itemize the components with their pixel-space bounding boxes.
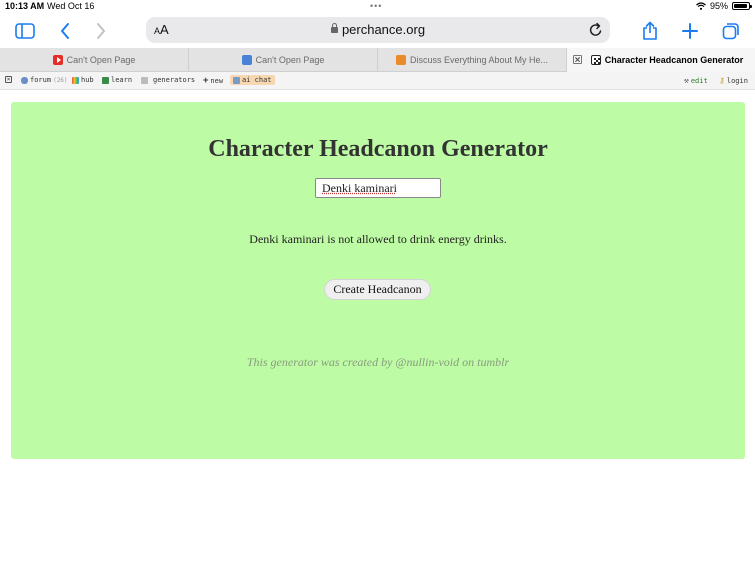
reload-icon[interactable]: [588, 22, 604, 38]
perchance-nav: × forum (26) hub learn generators + new …: [0, 72, 755, 90]
forum-count: (26): [53, 76, 68, 84]
status-date: Wed Oct 16: [47, 1, 95, 11]
site-icon: [395, 55, 406, 65]
tab-4-active[interactable]: × Character Headcanon Generator: [567, 48, 755, 72]
nav-learn[interactable]: learn: [102, 76, 132, 84]
nav-edit[interactable]: ⚒ edit: [684, 76, 708, 85]
plus-icon: +: [203, 76, 209, 86]
tools-icon: ⚒: [684, 76, 689, 85]
youtube-icon: [52, 55, 63, 65]
tab-2[interactable]: Can't Open Page: [189, 48, 378, 72]
tab-title: Can't Open Page: [66, 55, 136, 65]
nav-generators-label: generators: [153, 76, 196, 84]
nav-hub-label: hub: [81, 76, 94, 84]
credit-text: This generator was created by @nullin-vo…: [246, 355, 510, 369]
nav-learn-label: learn: [111, 76, 133, 84]
nav-edit-label: edit: [690, 76, 708, 85]
tab-title: Can't Open Page: [255, 55, 325, 65]
multitasking-dots-icon[interactable]: •••: [370, 1, 382, 11]
address-bar[interactable]: AA perchance.org: [146, 17, 610, 43]
url-display[interactable]: perchance.org: [146, 22, 610, 37]
tab-title: Discuss Everything About My He...: [409, 55, 549, 65]
nav-forum-label: forum: [30, 76, 52, 84]
battery-percent: 95%: [709, 1, 728, 11]
status-right: 95%: [696, 1, 752, 11]
url-text: perchance.org: [341, 22, 426, 37]
rainbow-icon: [72, 76, 79, 84]
nav-ai-chat-label: ai chat: [242, 76, 272, 84]
new-tab-icon[interactable]: [677, 18, 703, 44]
shield-icon: [241, 55, 252, 65]
nav-login[interactable]: ⚷ login: [719, 76, 748, 85]
books-icon: [102, 76, 109, 84]
wifi-icon: [696, 2, 706, 10]
battery-icon: [732, 2, 752, 10]
tab-title: Character Headcanon Generator: [604, 55, 744, 65]
back-icon[interactable]: [52, 18, 78, 44]
character-name-input[interactable]: Denki kaminari: [315, 178, 441, 198]
generator-panel: Character Headcanon Generator Denki kami…: [11, 102, 745, 459]
tab-3[interactable]: Discuss Everything About My He...: [378, 48, 567, 72]
nav-new-label: new: [210, 77, 224, 85]
tab-close-icon[interactable]: ×: [573, 55, 582, 66]
dice-icon: [590, 55, 601, 65]
create-headcanon-button[interactable]: Create Headcanon: [324, 279, 431, 300]
nav-new[interactable]: + new: [203, 76, 223, 86]
forward-icon[interactable]: [88, 18, 114, 44]
tab-bar: Can't Open Page Can't Open Page Discuss …: [0, 48, 755, 72]
browser-toolbar: AA perchance.org: [0, 14, 755, 48]
share-icon[interactable]: [637, 18, 663, 44]
nav-generators[interactable]: generators: [141, 76, 195, 84]
status-time: 10:13 AM: [5, 1, 45, 11]
nav-ai-chat[interactable]: ai chat: [230, 75, 275, 85]
tab-1[interactable]: Can't Open Page: [0, 48, 189, 72]
battery-fill: [734, 4, 748, 8]
status-bar: 10:13 AM Wed Oct 16 ••• 95%: [0, 0, 755, 14]
key-icon: ⚷: [719, 76, 725, 85]
nav-hub[interactable]: hub: [72, 76, 94, 84]
character-name-value: Denki kaminari: [322, 181, 397, 195]
tab-overview-icon[interactable]: [718, 18, 744, 44]
people-icon: [21, 76, 28, 84]
nav-login-label: login: [726, 76, 748, 85]
dice-icon: [141, 76, 148, 84]
headcanon-result: Denki kaminari is not allowed to drink e…: [249, 232, 507, 246]
nav-forum[interactable]: forum (26): [21, 76, 68, 84]
chat-icon: [233, 76, 240, 84]
sidebar-toggle-icon[interactable]: [12, 18, 38, 44]
nav-close-icon[interactable]: ×: [5, 76, 12, 83]
lock-icon: [330, 23, 338, 33]
page-title: Character Headcanon Generator: [208, 136, 548, 162]
